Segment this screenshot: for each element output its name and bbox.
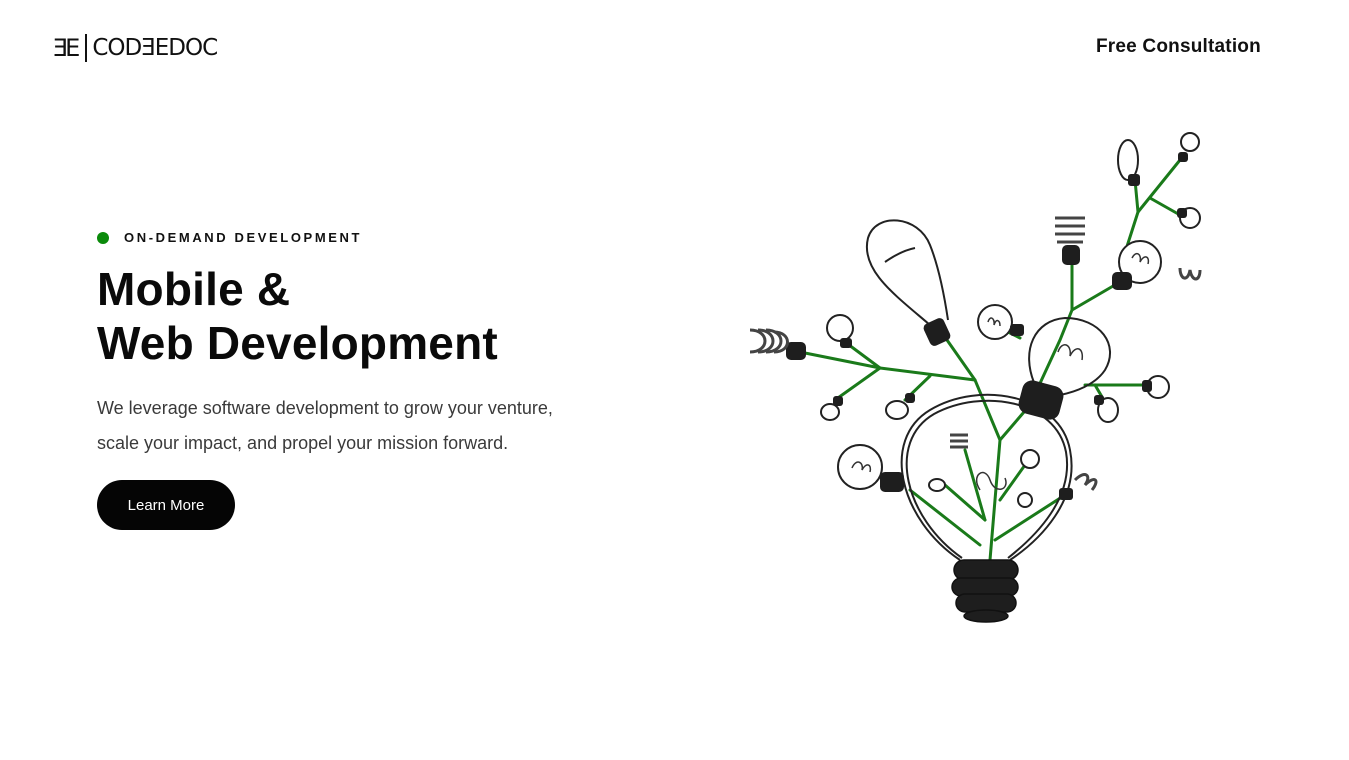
eyebrow: ON-DEMAND DEVELOPMENT	[97, 230, 362, 245]
headline-line-1: Mobile &	[97, 263, 291, 315]
accent-dot-icon	[97, 231, 109, 244]
hero-headline: Mobile & Web Development	[97, 262, 498, 370]
lightbulb-tree-illustration	[749, 132, 1202, 623]
page: ƎE CODƎEDOC Free Consultation ON-DEMAND …	[0, 0, 1349, 760]
headline-line-2: Web Development	[97, 317, 498, 369]
logo-wordmark: CODƎEDOC	[92, 34, 218, 61]
hero-description: We leverage software development to grow…	[97, 391, 617, 461]
description-line-2: scale your impact, and propel your missi…	[97, 433, 509, 453]
description-line-1: We leverage software development to grow…	[97, 398, 553, 418]
logo-divider	[85, 34, 88, 62]
free-consultation-link[interactable]: Free Consultation	[1096, 36, 1261, 58]
learn-more-button[interactable]: Learn More	[97, 480, 235, 530]
logo-mark: ƎE	[53, 34, 80, 62]
logo[interactable]: ƎE CODƎEDOC	[53, 33, 218, 63]
eyebrow-text: ON-DEMAND DEVELOPMENT	[124, 230, 363, 245]
